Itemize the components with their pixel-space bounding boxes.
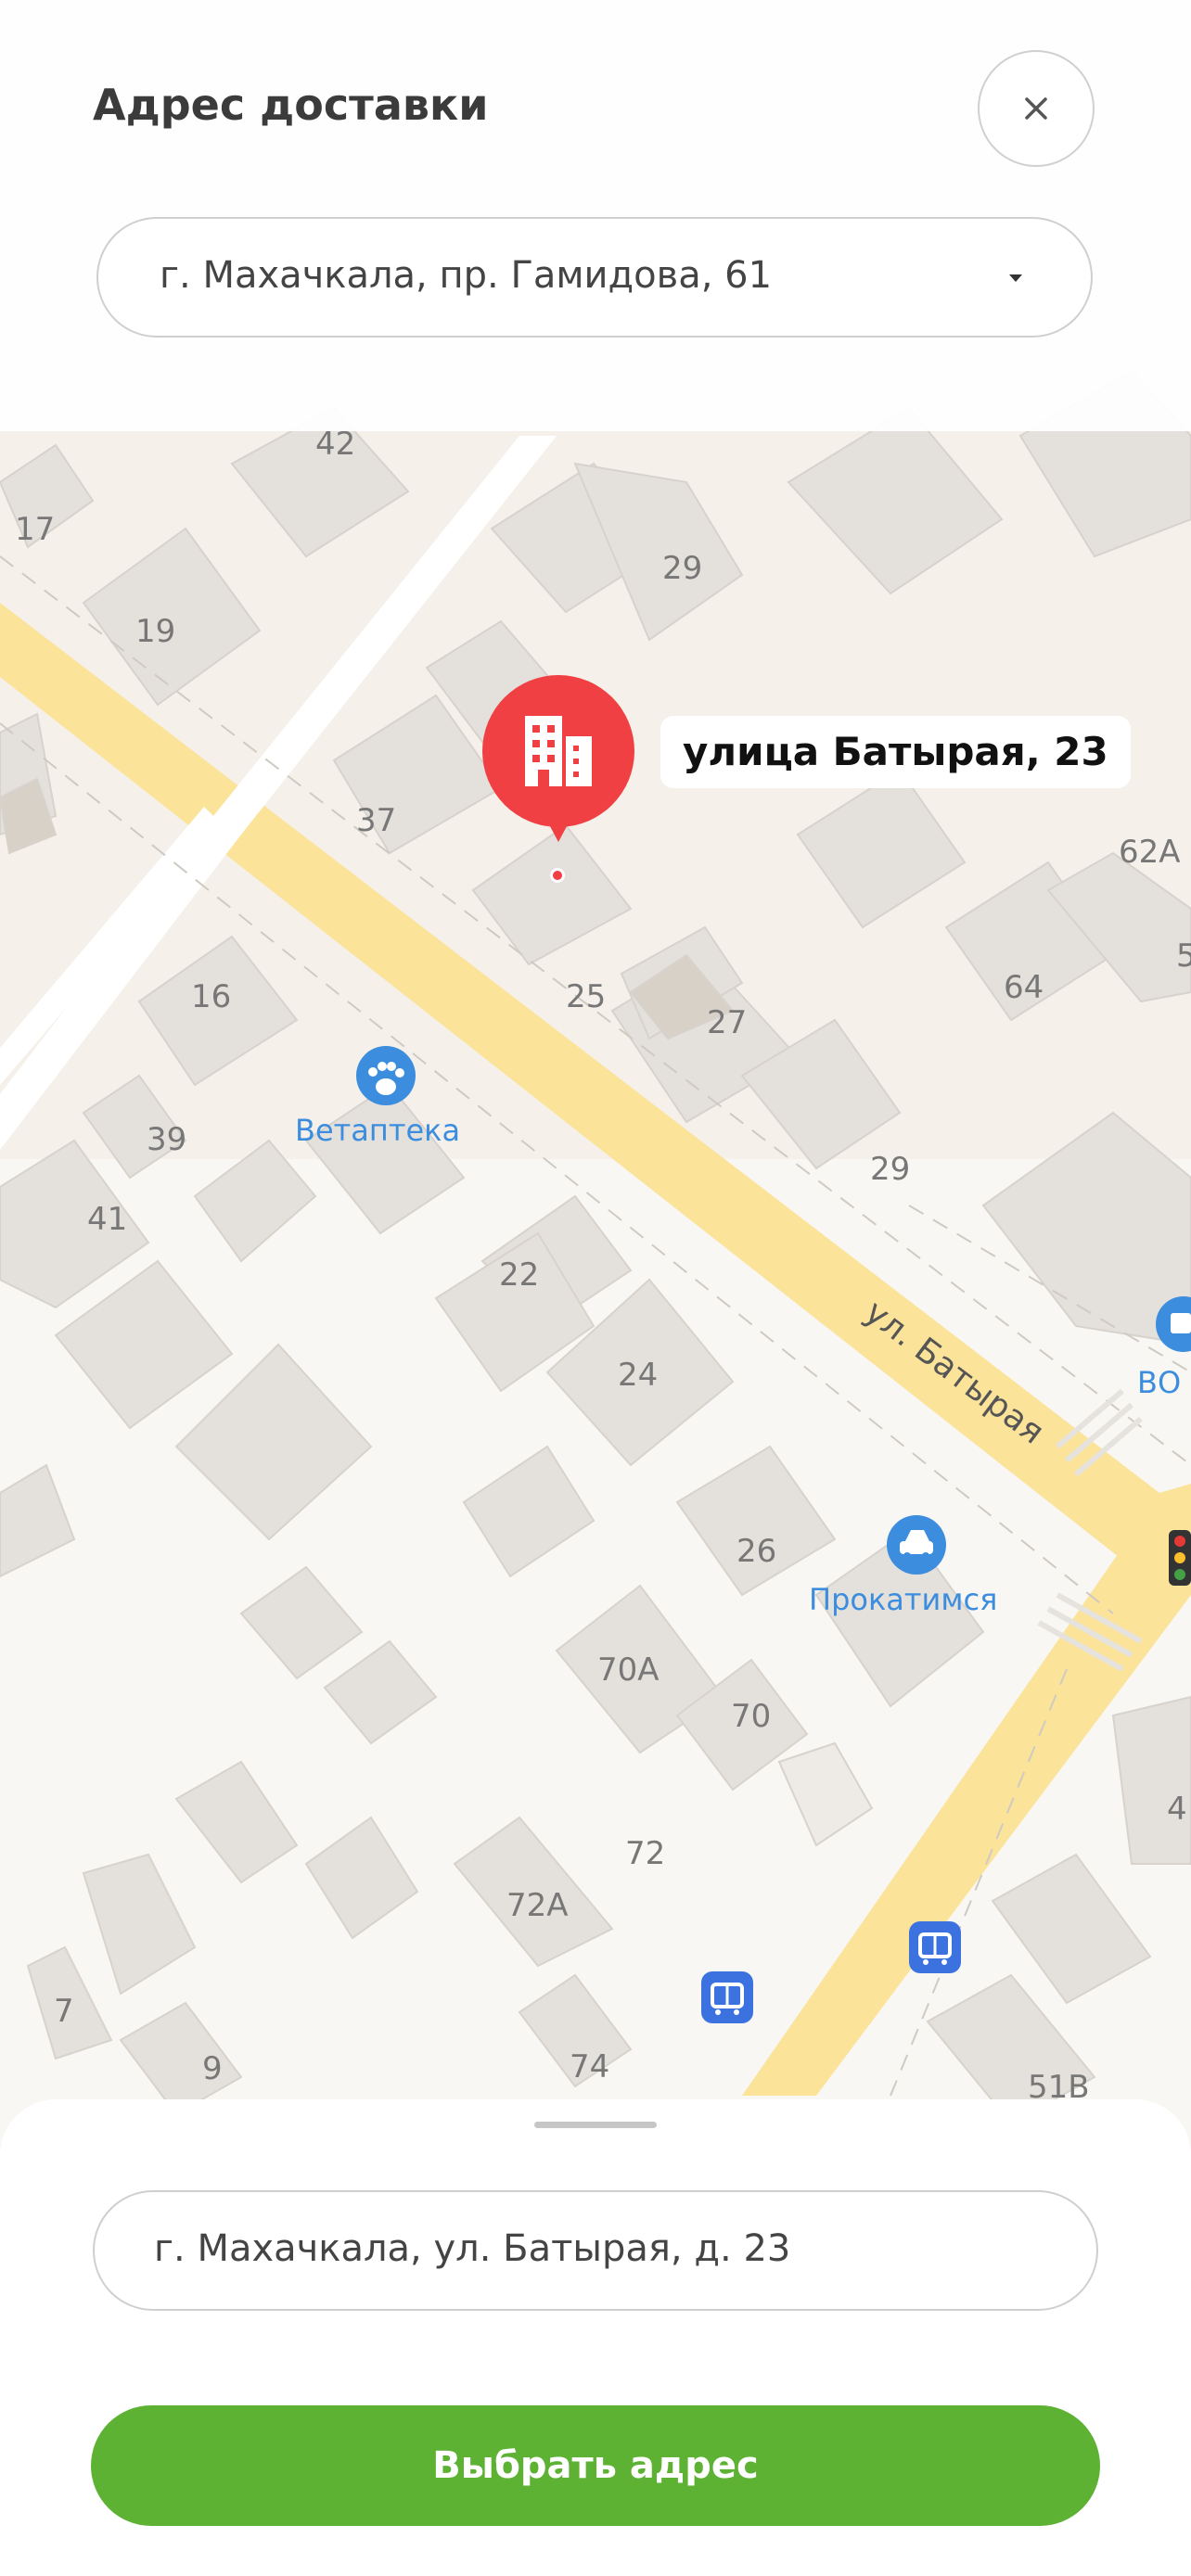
house-number: 19 (135, 613, 175, 650)
house-number: 22 (499, 1256, 539, 1294)
traffic-light-icon (1169, 1530, 1191, 1586)
pin-tail (544, 814, 573, 842)
house-number: 26 (736, 1533, 776, 1570)
screen: ул. Батырая 42 17 29 19 37 62А 5 16 25 2… (0, 0, 1191, 2576)
city-select-value: г. Махачкала, пр. Гамидова, 61 (160, 254, 773, 297)
house-number: 9 (202, 2050, 223, 2087)
bus-stop-icon[interactable] (909, 1921, 961, 1973)
caret-down-icon (1009, 274, 1022, 282)
house-number: 72 (625, 1835, 665, 1872)
house-number: 72А (506, 1887, 569, 1924)
house-number: 17 (15, 511, 55, 548)
house-number: 70А (597, 1651, 660, 1689)
poi-label: Ветаптека (295, 1113, 460, 1148)
close-icon (1025, 97, 1047, 120)
page-title: Адрес доставки (93, 80, 489, 130)
header: Адрес доставки г. Махачкала, пр. Гамидов… (0, 0, 1191, 431)
house-number: 74 (570, 2048, 609, 2085)
house-number: 4 (1167, 1791, 1187, 1828)
house-number: 7 (54, 1993, 74, 2030)
drag-handle[interactable] (534, 2122, 657, 2128)
house-number: 24 (618, 1357, 658, 1394)
close-button[interactable] (978, 50, 1095, 167)
pin-head (482, 675, 634, 827)
house-number: 37 (356, 802, 396, 839)
house-number: 70 (731, 1698, 771, 1735)
house-number: 27 (707, 1004, 747, 1041)
address-input[interactable]: г. Махачкала, ул. Батырая, д. 23 (93, 2190, 1098, 2311)
house-number: 5 (1176, 937, 1191, 975)
house-number: 62А (1119, 834, 1181, 871)
address-input-value: г. Махачкала, ул. Батырая, д. 23 (154, 2227, 791, 2270)
bottom-sheet: г. Махачкала, ул. Батырая, д. 23 Выбрать… (0, 2099, 1191, 2576)
pin-point (550, 868, 565, 883)
select-address-button[interactable]: Выбрать адрес (91, 2405, 1100, 2526)
house-number: 29 (870, 1151, 910, 1188)
pin-address-label: улица Батырая, 23 (660, 716, 1131, 788)
poi-label: Прокатимся (809, 1582, 997, 1617)
shop-icon (1171, 1313, 1191, 1333)
building-icon (525, 716, 592, 786)
location-pin[interactable] (482, 675, 638, 883)
house-number: 64 (1004, 969, 1044, 1006)
house-number: 16 (191, 978, 231, 1015)
house-number: 41 (87, 1201, 127, 1238)
house-number: 42 (315, 426, 355, 463)
house-number: 39 (147, 1121, 186, 1158)
bus-stop-icon[interactable] (701, 1971, 753, 2023)
house-number: 25 (566, 978, 606, 1015)
house-number: 29 (662, 550, 702, 587)
city-select[interactable]: г. Махачкала, пр. Гамидова, 61 (96, 217, 1093, 338)
poi-label: ВО (1137, 1365, 1181, 1400)
